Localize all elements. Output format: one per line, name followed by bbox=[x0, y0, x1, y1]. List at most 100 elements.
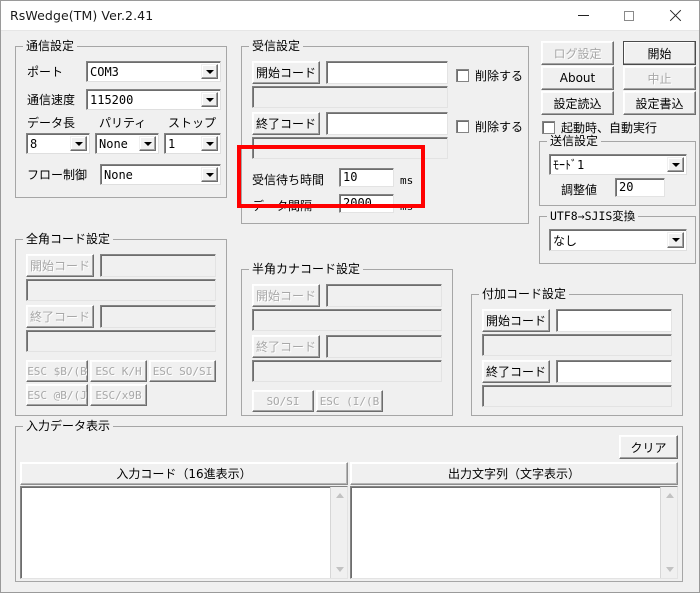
hankaku-start-code-button[interactable]: 開始コード bbox=[252, 284, 320, 307]
zenkaku-legend: 全角コード設定 bbox=[23, 233, 114, 246]
hankaku-start-code-label: 開始コード bbox=[255, 289, 316, 303]
zenkaku-preset-button-3[interactable]: ESC @B/(J bbox=[26, 384, 88, 406]
scroll-down-icon[interactable] bbox=[331, 561, 347, 578]
scroll-up-icon[interactable] bbox=[661, 487, 677, 504]
input-code-column-header: 入力コード（16進表示） bbox=[20, 462, 348, 485]
clear-label: クリア bbox=[630, 440, 667, 455]
stop-label: 中止 bbox=[647, 71, 672, 86]
hankaku-end-code-button[interactable]: 終了コード bbox=[252, 335, 320, 358]
receive-start-code-button[interactable]: 開始コード bbox=[252, 61, 320, 84]
parity-label: パリティ bbox=[99, 116, 147, 130]
zenkaku-preset-label-2: ESC SO/SI bbox=[152, 364, 213, 378]
receive-settings-legend: 受信設定 bbox=[249, 40, 304, 53]
hankaku-preset-label-0: SO/SI bbox=[266, 394, 300, 408]
zenkaku-preset-label-1: ESC K/H bbox=[95, 364, 142, 378]
zenkaku-start-code-input[interactable] bbox=[100, 254, 216, 277]
chevron-down-icon[interactable] bbox=[667, 232, 684, 248]
encoding-combobox[interactable]: なし bbox=[549, 229, 687, 251]
minimize-button[interactable] bbox=[560, 1, 606, 30]
port-combobox[interactable]: COM3 bbox=[86, 61, 221, 82]
output-string-textarea[interactable] bbox=[350, 486, 678, 579]
start-button[interactable]: 開始 bbox=[623, 41, 696, 65]
chevron-down-icon[interactable] bbox=[70, 136, 87, 151]
save-settings-button[interactable]: 設定書込 bbox=[623, 91, 696, 115]
scroll-down-icon[interactable] bbox=[661, 561, 677, 578]
wait-time-input[interactable]: 10 bbox=[339, 168, 394, 187]
zenkaku-preset-label-3: ESC @B/(J bbox=[27, 388, 87, 402]
send-mode-combobox[interactable]: ﾓｰﾄﾞ1 bbox=[549, 154, 687, 175]
receive-start-delete-checkbox[interactable]: 削除する bbox=[456, 67, 523, 84]
wait-time-label: 受信待ち時間 bbox=[252, 173, 325, 187]
data-interval-label: データ間隔 bbox=[252, 199, 313, 213]
receive-start-code-input[interactable] bbox=[326, 61, 448, 84]
clear-button[interactable]: クリア bbox=[619, 435, 678, 459]
encoding-legend: UTF8→SJIS変換 bbox=[547, 210, 639, 223]
receive-end-code-input[interactable] bbox=[326, 112, 448, 135]
receive-end-code-sub-display bbox=[252, 137, 448, 159]
zenkaku-preset-button-2[interactable]: ESC SO/SI bbox=[149, 360, 216, 382]
about-button[interactable]: About bbox=[541, 66, 614, 90]
zenkaku-end-code-button[interactable]: 終了コード bbox=[26, 305, 94, 328]
input-code-scrollbar[interactable] bbox=[330, 487, 347, 578]
port-value: COM3 bbox=[90, 64, 119, 79]
adjust-value-label: 調整値 bbox=[561, 183, 598, 197]
chevron-down-icon[interactable] bbox=[201, 64, 218, 79]
zenkaku-preset-button-0[interactable]: ESC $B/(B bbox=[26, 360, 88, 382]
flow-control-value: None bbox=[104, 167, 133, 182]
additional-end-code-sub-display bbox=[482, 385, 672, 407]
chevron-down-icon[interactable] bbox=[667, 157, 684, 172]
data-interval-input[interactable]: 2000 bbox=[339, 194, 394, 213]
receive-end-delete-label: 削除する bbox=[475, 120, 524, 134]
flow-control-combobox[interactable]: None bbox=[100, 164, 221, 185]
input-code-textarea[interactable] bbox=[20, 486, 348, 579]
checkbox-icon bbox=[542, 121, 555, 134]
client-area: 通信設定 ポート COM3 通信速度 115200 データ長 パリティ ストップ… bbox=[1, 31, 699, 592]
load-settings-button[interactable]: 設定読込 bbox=[541, 91, 614, 115]
stopbits-combobox[interactable]: 1 bbox=[164, 133, 221, 154]
start-label: 開始 bbox=[647, 46, 672, 61]
output-string-scrollbar[interactable] bbox=[660, 487, 677, 578]
zenkaku-start-code-sub-display bbox=[26, 279, 216, 301]
adjust-value-input[interactable]: 20 bbox=[615, 178, 665, 197]
hankaku-end-code-input[interactable] bbox=[326, 335, 442, 358]
maximize-icon bbox=[624, 10, 634, 21]
additional-start-code-button[interactable]: 開始コード bbox=[482, 309, 550, 332]
additional-code-settings-group: 付加コード設定 開始コード 終了コード bbox=[471, 288, 683, 416]
flow-control-label: フロー制御 bbox=[27, 168, 88, 182]
additional-end-code-button[interactable]: 終了コード bbox=[482, 360, 550, 383]
stop-button[interactable]: 中止 bbox=[623, 66, 696, 90]
chevron-down-icon[interactable] bbox=[201, 92, 218, 107]
hankaku-start-code-input[interactable] bbox=[326, 284, 442, 307]
databits-combobox[interactable]: 8 bbox=[26, 133, 90, 154]
log-settings-button[interactable]: ログ設定 bbox=[541, 41, 614, 65]
zenkaku-preset-button-4[interactable]: ESC/x9B bbox=[90, 384, 147, 406]
window-title: RsWedge(TM) Ver.2.41 bbox=[10, 8, 154, 23]
zenkaku-end-code-input[interactable] bbox=[100, 305, 216, 328]
save-settings-label: 設定書込 bbox=[635, 96, 684, 111]
hankaku-preset-button-1[interactable]: ESC (I/(B bbox=[316, 390, 383, 412]
hankaku-start-code-sub-display bbox=[252, 309, 442, 331]
close-icon bbox=[669, 10, 681, 22]
chevron-down-icon[interactable] bbox=[201, 167, 218, 182]
receive-end-delete-checkbox[interactable]: 削除する bbox=[456, 118, 523, 135]
parity-combobox[interactable]: None bbox=[95, 133, 159, 154]
send-mode-value: ﾓｰﾄﾞ1 bbox=[553, 158, 585, 172]
close-button[interactable] bbox=[652, 1, 698, 30]
zenkaku-preset-button-1[interactable]: ESC K/H bbox=[90, 360, 147, 382]
scroll-up-icon[interactable] bbox=[331, 487, 347, 504]
additional-start-code-label: 開始コード bbox=[485, 314, 546, 328]
zenkaku-end-code-label: 終了コード bbox=[29, 310, 90, 324]
maximize-button[interactable] bbox=[606, 1, 652, 30]
zenkaku-start-code-button[interactable]: 開始コード bbox=[26, 254, 94, 277]
chevron-down-icon[interactable] bbox=[201, 136, 218, 151]
additional-end-code-input[interactable] bbox=[556, 360, 672, 383]
additional-start-code-input[interactable] bbox=[556, 309, 672, 332]
baudrate-combobox[interactable]: 115200 bbox=[86, 89, 221, 110]
hankaku-preset-button-0[interactable]: SO/SI bbox=[252, 390, 314, 412]
receive-end-code-button[interactable]: 終了コード bbox=[252, 112, 320, 135]
zenkaku-code-settings-group: 全角コード設定 開始コード 終了コード ESC $B/(B ESC K/H ES… bbox=[15, 233, 227, 416]
chevron-down-icon[interactable] bbox=[139, 136, 156, 151]
checkbox-icon bbox=[456, 120, 469, 133]
port-label: ポート bbox=[27, 65, 64, 79]
zenkaku-end-code-sub-display bbox=[26, 330, 216, 352]
